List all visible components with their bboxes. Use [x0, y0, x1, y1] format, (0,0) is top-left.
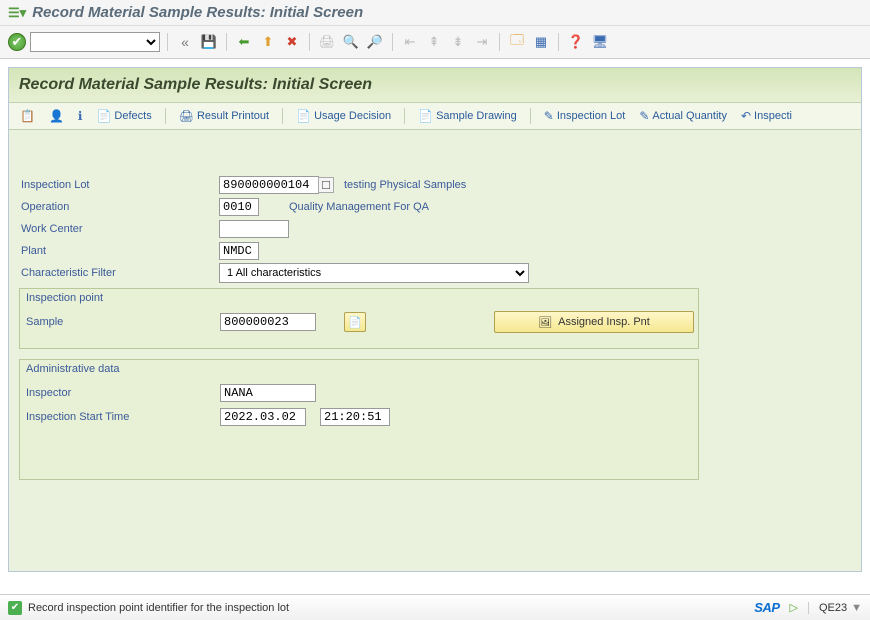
separator	[167, 33, 168, 51]
work-center-label: Work Center	[19, 223, 219, 235]
defects-button[interactable]: 📄Defects	[91, 107, 156, 125]
status-success-icon: ✔	[8, 601, 22, 615]
separator	[558, 33, 559, 51]
status-message: Record inspection point identifier for t…	[28, 602, 289, 614]
char-filter-dropdown[interactable]: 1 All characteristics	[219, 263, 529, 283]
enter-icon[interactable]: ✔	[8, 33, 26, 51]
usage-decision-button[interactable]: 📄Usage Decision	[291, 107, 396, 125]
inspection-lot-btn-label: Inspection Lot	[557, 110, 626, 122]
image-icon: 🖼	[538, 316, 552, 329]
start-time-row: Inspection Start Time	[20, 405, 698, 429]
help-icon[interactable]: ❓	[566, 32, 586, 52]
first-page-icon[interactable]: ⇤	[400, 32, 420, 52]
start-time-field[interactable]	[320, 408, 390, 426]
result-printout-label: Result Printout	[197, 110, 269, 122]
char-filter-label: Characteristic Filter	[19, 267, 219, 279]
customize-icon[interactable]: 🖥	[590, 32, 610, 52]
separator	[499, 33, 500, 51]
cancel-icon[interactable]: ✖	[282, 32, 302, 52]
separator	[392, 33, 393, 51]
window-title: Record Material Sample Results: Initial …	[32, 4, 363, 21]
exit-icon[interactable]: ⬆	[258, 32, 278, 52]
separator	[404, 108, 405, 124]
sap-logo: SAP	[754, 600, 779, 615]
last-page-icon[interactable]: ⇥	[472, 32, 492, 52]
inspection-point-group: Inspection point Sample 📄 🖼 Assigned Ins…	[19, 288, 699, 349]
inspection-lot-button[interactable]: ✎Inspection Lot	[539, 107, 631, 125]
plant-field[interactable]	[219, 242, 259, 260]
inspection-button-cut[interactable]: ↶Inspecti	[736, 107, 797, 125]
print-icon[interactable]: 🖨	[317, 32, 337, 52]
operation-desc: Quality Management For QA	[259, 201, 429, 213]
main-container: Record Material Sample Results: Initial …	[8, 67, 862, 572]
separator	[165, 108, 166, 124]
usage-decision-label: Usage Decision	[314, 110, 391, 122]
admin-data-group: Administrative data Inspector Inspection…	[19, 359, 699, 480]
start-time-label: Inspection Start Time	[26, 411, 220, 423]
tcode-area[interactable]: QE23 ▼	[808, 602, 862, 614]
find-next-icon[interactable]: 🔎	[365, 32, 385, 52]
separator	[226, 33, 227, 51]
sample-drawing-button[interactable]: 📄Sample Drawing	[413, 107, 522, 125]
prev-page-icon[interactable]: ⇞	[424, 32, 444, 52]
sample-row: Sample 📄 🖼 Assigned Insp. Pnt	[20, 310, 698, 334]
save-icon[interactable]: 💾	[199, 32, 219, 52]
info-icon[interactable]: ℹ	[73, 107, 88, 125]
separator	[530, 108, 531, 124]
assigned-insp-pnt-button[interactable]: 🖼 Assigned Insp. Pnt	[494, 311, 694, 333]
dropdown-icon: ▼	[851, 602, 862, 614]
command-field[interactable]	[30, 32, 160, 52]
char-filter-row: Characteristic Filter 1 All characterist…	[19, 262, 851, 284]
separator	[282, 108, 283, 124]
defects-label: Defects	[114, 110, 151, 122]
inspector-row: Inspector	[20, 381, 698, 405]
operation-row: Operation Quality Management For QA	[19, 196, 851, 218]
inspector-label: Inspector	[26, 387, 220, 399]
status-nav-icon[interactable]: ▷	[790, 601, 798, 614]
find-icon[interactable]: 🔍	[341, 32, 361, 52]
window-title-bar: ☰▾ Record Material Sample Results: Initi…	[0, 0, 870, 26]
menu-icon[interactable]: ☰▾	[8, 5, 26, 21]
separator	[309, 33, 310, 51]
form-area: Inspection Lot ☐ testing Physical Sample…	[9, 130, 861, 498]
inspection-lot-desc: testing Physical Samples	[334, 179, 466, 191]
system-toolbar: ✔ « 💾 ⬅ ⬆ ✖ 🖨 🔍 🔎 ⇤ ⇞ ⇟ ⇥ 🗔 ▦ ❓ 🖥	[0, 26, 870, 59]
page-title: Record Material Sample Results: Initial …	[9, 68, 861, 103]
tcode-label: QE23	[819, 602, 847, 614]
status-bar: ✔ Record inspection point identifier for…	[0, 594, 870, 620]
sample-field[interactable]	[220, 313, 316, 331]
inspection-cut-label: Inspecti	[754, 110, 792, 122]
inspection-lot-field[interactable]	[219, 176, 319, 194]
inspection-point-title: Inspection point	[20, 289, 698, 310]
inspection-lot-label: Inspection Lot	[19, 179, 219, 191]
next-page-icon[interactable]: ⇟	[448, 32, 468, 52]
plant-label: Plant	[19, 245, 219, 257]
back-icon[interactable]: «	[175, 32, 195, 52]
new-session-icon[interactable]: 🗔	[507, 32, 527, 52]
actual-quantity-button[interactable]: ✎Actual Quantity	[634, 107, 732, 125]
search-help-icon[interactable]: ☐	[318, 177, 334, 193]
app-toolbar: 📋 👤 ℹ 📄Defects 🖨Result Printout 📄Usage D…	[9, 103, 861, 130]
work-center-row: Work Center	[19, 218, 851, 240]
document-icon[interactable]: 📄	[344, 312, 366, 332]
actual-quantity-label: Actual Quantity	[652, 110, 727, 122]
start-date-field[interactable]	[220, 408, 306, 426]
work-center-field[interactable]	[219, 220, 289, 238]
nav-back-icon[interactable]: ⬅	[234, 32, 254, 52]
tool-icon-1[interactable]: 📋	[15, 107, 40, 125]
assigned-btn-label: Assigned Insp. Pnt	[558, 316, 650, 328]
inspection-lot-row: Inspection Lot ☐ testing Physical Sample…	[19, 174, 851, 196]
operation-label: Operation	[19, 201, 219, 213]
sample-label: Sample	[26, 316, 220, 328]
inspector-field[interactable]	[220, 384, 316, 402]
tool-icon-2[interactable]: 👤	[44, 107, 69, 125]
admin-data-title: Administrative data	[20, 360, 698, 381]
result-printout-button[interactable]: 🖨Result Printout	[174, 107, 274, 125]
operation-field[interactable]	[219, 198, 259, 216]
plant-row: Plant	[19, 240, 851, 262]
sample-drawing-label: Sample Drawing	[436, 110, 517, 122]
layout-icon[interactable]: ▦	[531, 32, 551, 52]
